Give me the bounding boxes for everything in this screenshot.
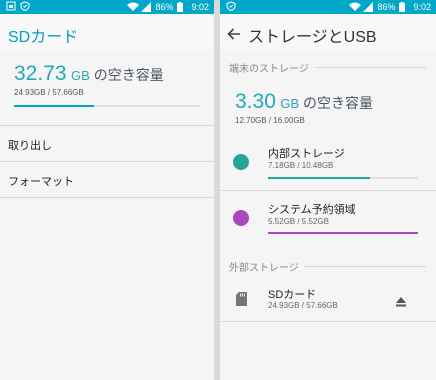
free-space-value: 3.30 [235,90,276,113]
eject-icon[interactable] [396,292,406,311]
clock: 9:02 [413,2,431,12]
divider [0,197,214,198]
notification-icon [6,1,16,11]
status-bar: 86% 9:02 [0,0,214,14]
toolbar: ストレージとUSB [220,14,436,50]
free-space-headline: 3.30 GB の空き容量 [235,90,373,114]
left-screen: 86% 9:02 SDカード 32.73 GB の空き容量 24.93GB / … [0,0,214,380]
shield-icon [20,1,30,12]
storage-item-name: システム予約領域 [268,204,356,216]
wifi-icon [127,2,140,12]
clock: 9:02 [191,2,209,12]
storage-item-internal[interactable]: 内部ストレージ 7.18GB / 10.48GB [220,136,436,190]
system-storage-dot [233,210,249,226]
divider [220,190,436,191]
free-space-value: 32.73 [14,62,67,85]
right-screen: 86% 9:02 ストレージとUSB 端末のストレージ 3.30 GB の空き容… [220,0,436,380]
storage-item-detail: 24.93GB / 57.66GB [268,301,338,310]
storage-item-name: 内部ストレージ [268,148,345,160]
signal-icon [141,2,152,12]
free-space-unit: GB [71,68,90,83]
storage-item-bar [268,232,418,234]
free-space-headline: 32.73 GB の空き容量 [14,62,164,86]
usage-summary: 24.93GB / 57.66GB [14,88,84,97]
battery-icon [177,2,187,12]
divider [0,125,214,126]
battery-percent: 86% [155,2,174,12]
storage-item-bar-fill [268,177,370,179]
divider [304,266,426,267]
signal-icon [363,2,374,12]
storage-item-bar-fill [268,232,418,234]
page-title: ストレージとUSB [248,29,377,46]
wifi-icon [349,2,362,12]
eject-menu-item[interactable]: 取り出し [8,137,52,153]
storage-item-detail: 7.18GB / 10.48GB [268,161,334,170]
usage-bar [14,105,200,107]
free-space-unit: GB [280,96,300,111]
usage-summary: 12.70GB / 16.00GB [235,116,305,125]
toolbar: SDカード [0,14,214,50]
storage-item-system[interactable]: システム予約領域 5.52GB / 5.52GB [220,192,436,244]
usage-bar-fill [14,105,94,107]
section-header-internal: 端末のストレージ [229,64,309,75]
storage-item-name: SDカード [268,289,317,301]
page-title: SDカード [8,29,79,46]
battery-icon [399,2,409,12]
free-space-suffix: の空き容量 [299,95,374,111]
storage-item-sdcard[interactable]: SDカード 24.93GB / 57.66GB [220,278,436,318]
status-bar: 86% 9:02 [220,0,436,14]
storage-item-detail: 5.52GB / 5.52GB [268,217,329,226]
internal-storage-dot [233,154,249,170]
battery-percent: 86% [377,2,396,12]
format-menu-item[interactable]: フォーマット [8,173,74,189]
sd-card-icon [236,291,247,310]
section-header-external: 外部ストレージ [229,263,299,274]
divider [316,67,426,68]
back-arrow-icon[interactable] [227,25,241,44]
shield-icon [226,1,236,12]
free-space-suffix: の空き容量 [89,67,164,83]
divider [0,161,214,162]
divider [220,321,436,322]
storage-item-bar [268,177,418,179]
